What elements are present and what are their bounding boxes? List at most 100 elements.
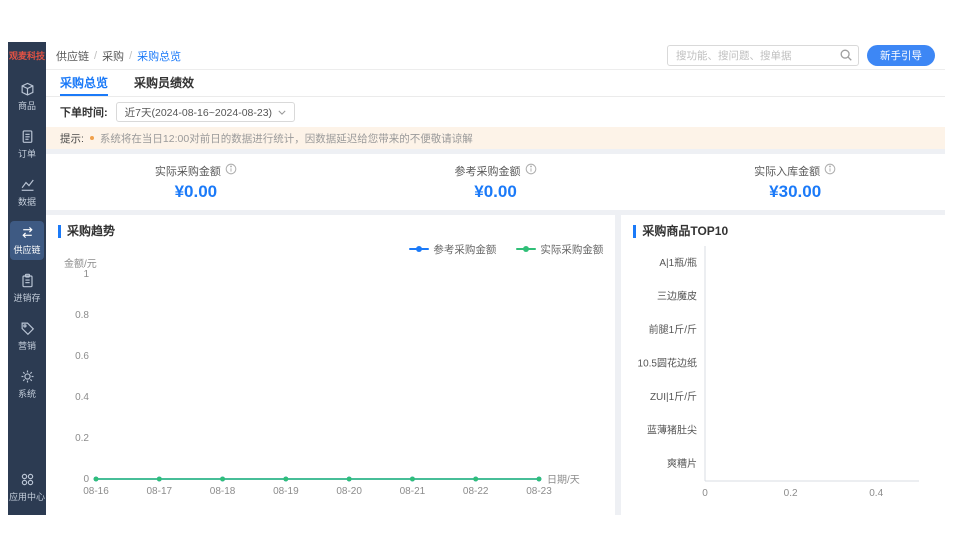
legend-label: 参考采购金额	[433, 242, 496, 257]
box-icon	[20, 81, 35, 96]
svg-text:08-16: 08-16	[83, 486, 109, 497]
stat-actual-inbound: 实际入库金额 ¥30.00	[645, 154, 945, 210]
sidebar-item-data[interactable]: 数据	[10, 173, 44, 212]
sidebar-item-label: 系统	[18, 387, 36, 400]
sidebar-item-inventory[interactable]: 进销存	[10, 269, 44, 308]
svg-text:08-19: 08-19	[273, 486, 299, 497]
beginner-guide-button[interactable]: 新手引导	[867, 45, 935, 66]
apps-icon	[20, 472, 35, 487]
svg-text:0.6: 0.6	[75, 351, 89, 362]
sidebar-item-goods[interactable]: 商品	[10, 77, 44, 116]
svg-text:10.5圆花边纸: 10.5圆花边纸	[638, 357, 697, 370]
svg-text:0.2: 0.2	[75, 433, 89, 444]
chart-legend: 参考采购金额 实际采购金额	[58, 242, 603, 256]
info-icon[interactable]	[824, 163, 836, 178]
svg-text:0.4: 0.4	[75, 392, 89, 403]
sidebar-item-label: 商品	[18, 99, 36, 112]
stat-label: 参考采购金额	[455, 163, 521, 179]
purchase-trend-panel: 采购趋势 参考采购金额	[46, 215, 615, 515]
date-range-select[interactable]: 近7天(2024-08-16~2024-08-23)	[116, 102, 295, 122]
brand-logo: 观麦科技	[9, 49, 45, 62]
bullet-dot-icon	[90, 136, 94, 140]
screenshot-canvas: 观麦科技 商品 订单	[0, 0, 953, 552]
chart-icon	[20, 177, 35, 192]
notice-prefix: 提示:	[60, 131, 84, 146]
header-actions: 新手引导	[667, 45, 935, 66]
panel-title: 采购商品TOP10	[633, 225, 933, 238]
search-input[interactable]	[667, 45, 859, 66]
search-box	[667, 45, 859, 66]
breadcrumb-purchase[interactable]: 采购	[102, 48, 124, 64]
info-icon[interactable]	[225, 163, 237, 178]
sidebar-item-label: 应用中心	[9, 490, 45, 503]
top10-products-panel: 采购商品TOP10 A|1瓶/瓶三边魔皮前腿1斤/斤 10.5圆花边纸 ZUI|1斤…	[621, 215, 945, 515]
filter-bar: 下单时间: 近7天(2024-08-16~2024-08-23)	[46, 97, 945, 127]
sidebar-item-label: 供应链	[13, 243, 40, 256]
notice-text: 系统将在当日12:00对前日的数据进行统计，因数据延迟给您带来的不便敬请谅解	[100, 131, 473, 146]
stat-label: 实际采购金额	[155, 163, 221, 179]
sidebar-item-label: 订单	[18, 147, 36, 160]
svg-text:08-20: 08-20	[336, 486, 362, 497]
stat-reference-purchase: 参考采购金额 ¥0.00	[346, 154, 646, 210]
document-icon	[20, 129, 35, 144]
stat-label: 实际入库金额	[754, 163, 820, 179]
tab-buyer-performance[interactable]: 采购员绩效	[134, 70, 194, 96]
svg-text:08-18: 08-18	[210, 486, 236, 497]
panel-title: 采购趋势	[58, 225, 603, 238]
purchase-trend-line-chart: 金额/元00.20.40.60.8108-1608-1708-1808-1908…	[58, 256, 603, 505]
main-content: 供应链 / 采购 / 采购总览 新手引导	[46, 42, 945, 515]
svg-text:08-17: 08-17	[146, 486, 172, 497]
sidebar-item-app-center[interactable]: 应用中心	[10, 468, 44, 507]
svg-text:蓝薄猪肚尖: 蓝薄猪肚尖	[647, 424, 697, 437]
stat-value: ¥0.00	[175, 182, 218, 202]
search-icon[interactable]	[839, 48, 853, 67]
stat-value: ¥0.00	[474, 182, 517, 202]
svg-text:A|1瓶/瓶: A|1瓶/瓶	[660, 256, 698, 269]
legend-item-reference-amount[interactable]: 参考采购金额	[409, 242, 496, 256]
svg-text:爽糟片: 爽糟片	[667, 457, 697, 470]
tab-purchase-overview[interactable]: 采购总览	[60, 70, 108, 96]
breadcrumb: 供应链 / 采购 / 采购总览	[56, 48, 181, 64]
stats-cards: 实际采购金额 ¥0.00 参考采购金额	[46, 154, 945, 210]
charts-section: 采购趋势 参考采购金额	[46, 215, 945, 515]
notice-bar: 提示: 系统将在当日12:00对前日的数据进行统计，因数据延迟给您带来的不便敬请…	[46, 127, 945, 149]
date-range-value: 近7天(2024-08-16~2024-08-23)	[125, 105, 272, 120]
stat-value: ¥30.00	[769, 182, 821, 202]
svg-text:0.2: 0.2	[784, 488, 798, 499]
svg-text:08-23: 08-23	[526, 486, 552, 497]
svg-text:0.4: 0.4	[870, 488, 884, 499]
svg-text:0: 0	[703, 488, 709, 499]
info-icon[interactable]	[525, 163, 537, 178]
svg-text:0: 0	[83, 474, 89, 485]
svg-text:日期/天: 日期/天	[547, 474, 580, 486]
sidebar-item-system[interactable]: 系统	[10, 365, 44, 404]
tabs: 采购总览 采购员绩效	[46, 70, 945, 97]
clipboard-icon	[20, 273, 35, 288]
gear-icon	[20, 369, 35, 384]
chevron-down-icon	[278, 106, 286, 118]
breadcrumb-separator: /	[94, 50, 97, 62]
svg-text:三边魔皮: 三边魔皮	[657, 289, 697, 302]
order-time-label: 下单时间:	[60, 104, 108, 120]
legend-label: 实际采购金额	[540, 242, 603, 257]
svg-text:ZUI|1斤/斤: ZUI|1斤/斤	[650, 391, 697, 403]
top10-products-bar-chart: A|1瓶/瓶三边魔皮前腿1斤/斤 10.5圆花边纸 ZUI|1斤/斤蓝薄猪肚尖爽糟片…	[633, 238, 933, 505]
line-series-icon	[409, 245, 429, 253]
supply-chain-icon	[20, 225, 35, 240]
sidebar-item-supply-chain[interactable]: 供应链	[10, 221, 44, 260]
svg-text:08-22: 08-22	[463, 486, 489, 497]
svg-text:08-21: 08-21	[400, 486, 426, 497]
legend-item-actual-amount[interactable]: 实际采购金额	[516, 242, 603, 256]
sidebar-item-label: 进销存	[13, 291, 40, 304]
sidebar-item-marketing[interactable]: 营销	[10, 317, 44, 356]
sidebar-item-label: 数据	[18, 195, 36, 208]
tag-icon	[20, 321, 35, 336]
breadcrumb-separator: /	[129, 50, 132, 62]
svg-text:1: 1	[83, 269, 89, 280]
stat-actual-purchase: 实际采购金额 ¥0.00	[46, 154, 346, 210]
sidebar: 观麦科技 商品 订单	[8, 42, 46, 515]
sidebar-item-orders[interactable]: 订单	[10, 125, 44, 164]
breadcrumb-supply-chain[interactable]: 供应链	[56, 48, 89, 64]
svg-text:0.8: 0.8	[75, 310, 89, 321]
svg-text:前腿1斤/斤: 前腿1斤/斤	[649, 323, 697, 336]
